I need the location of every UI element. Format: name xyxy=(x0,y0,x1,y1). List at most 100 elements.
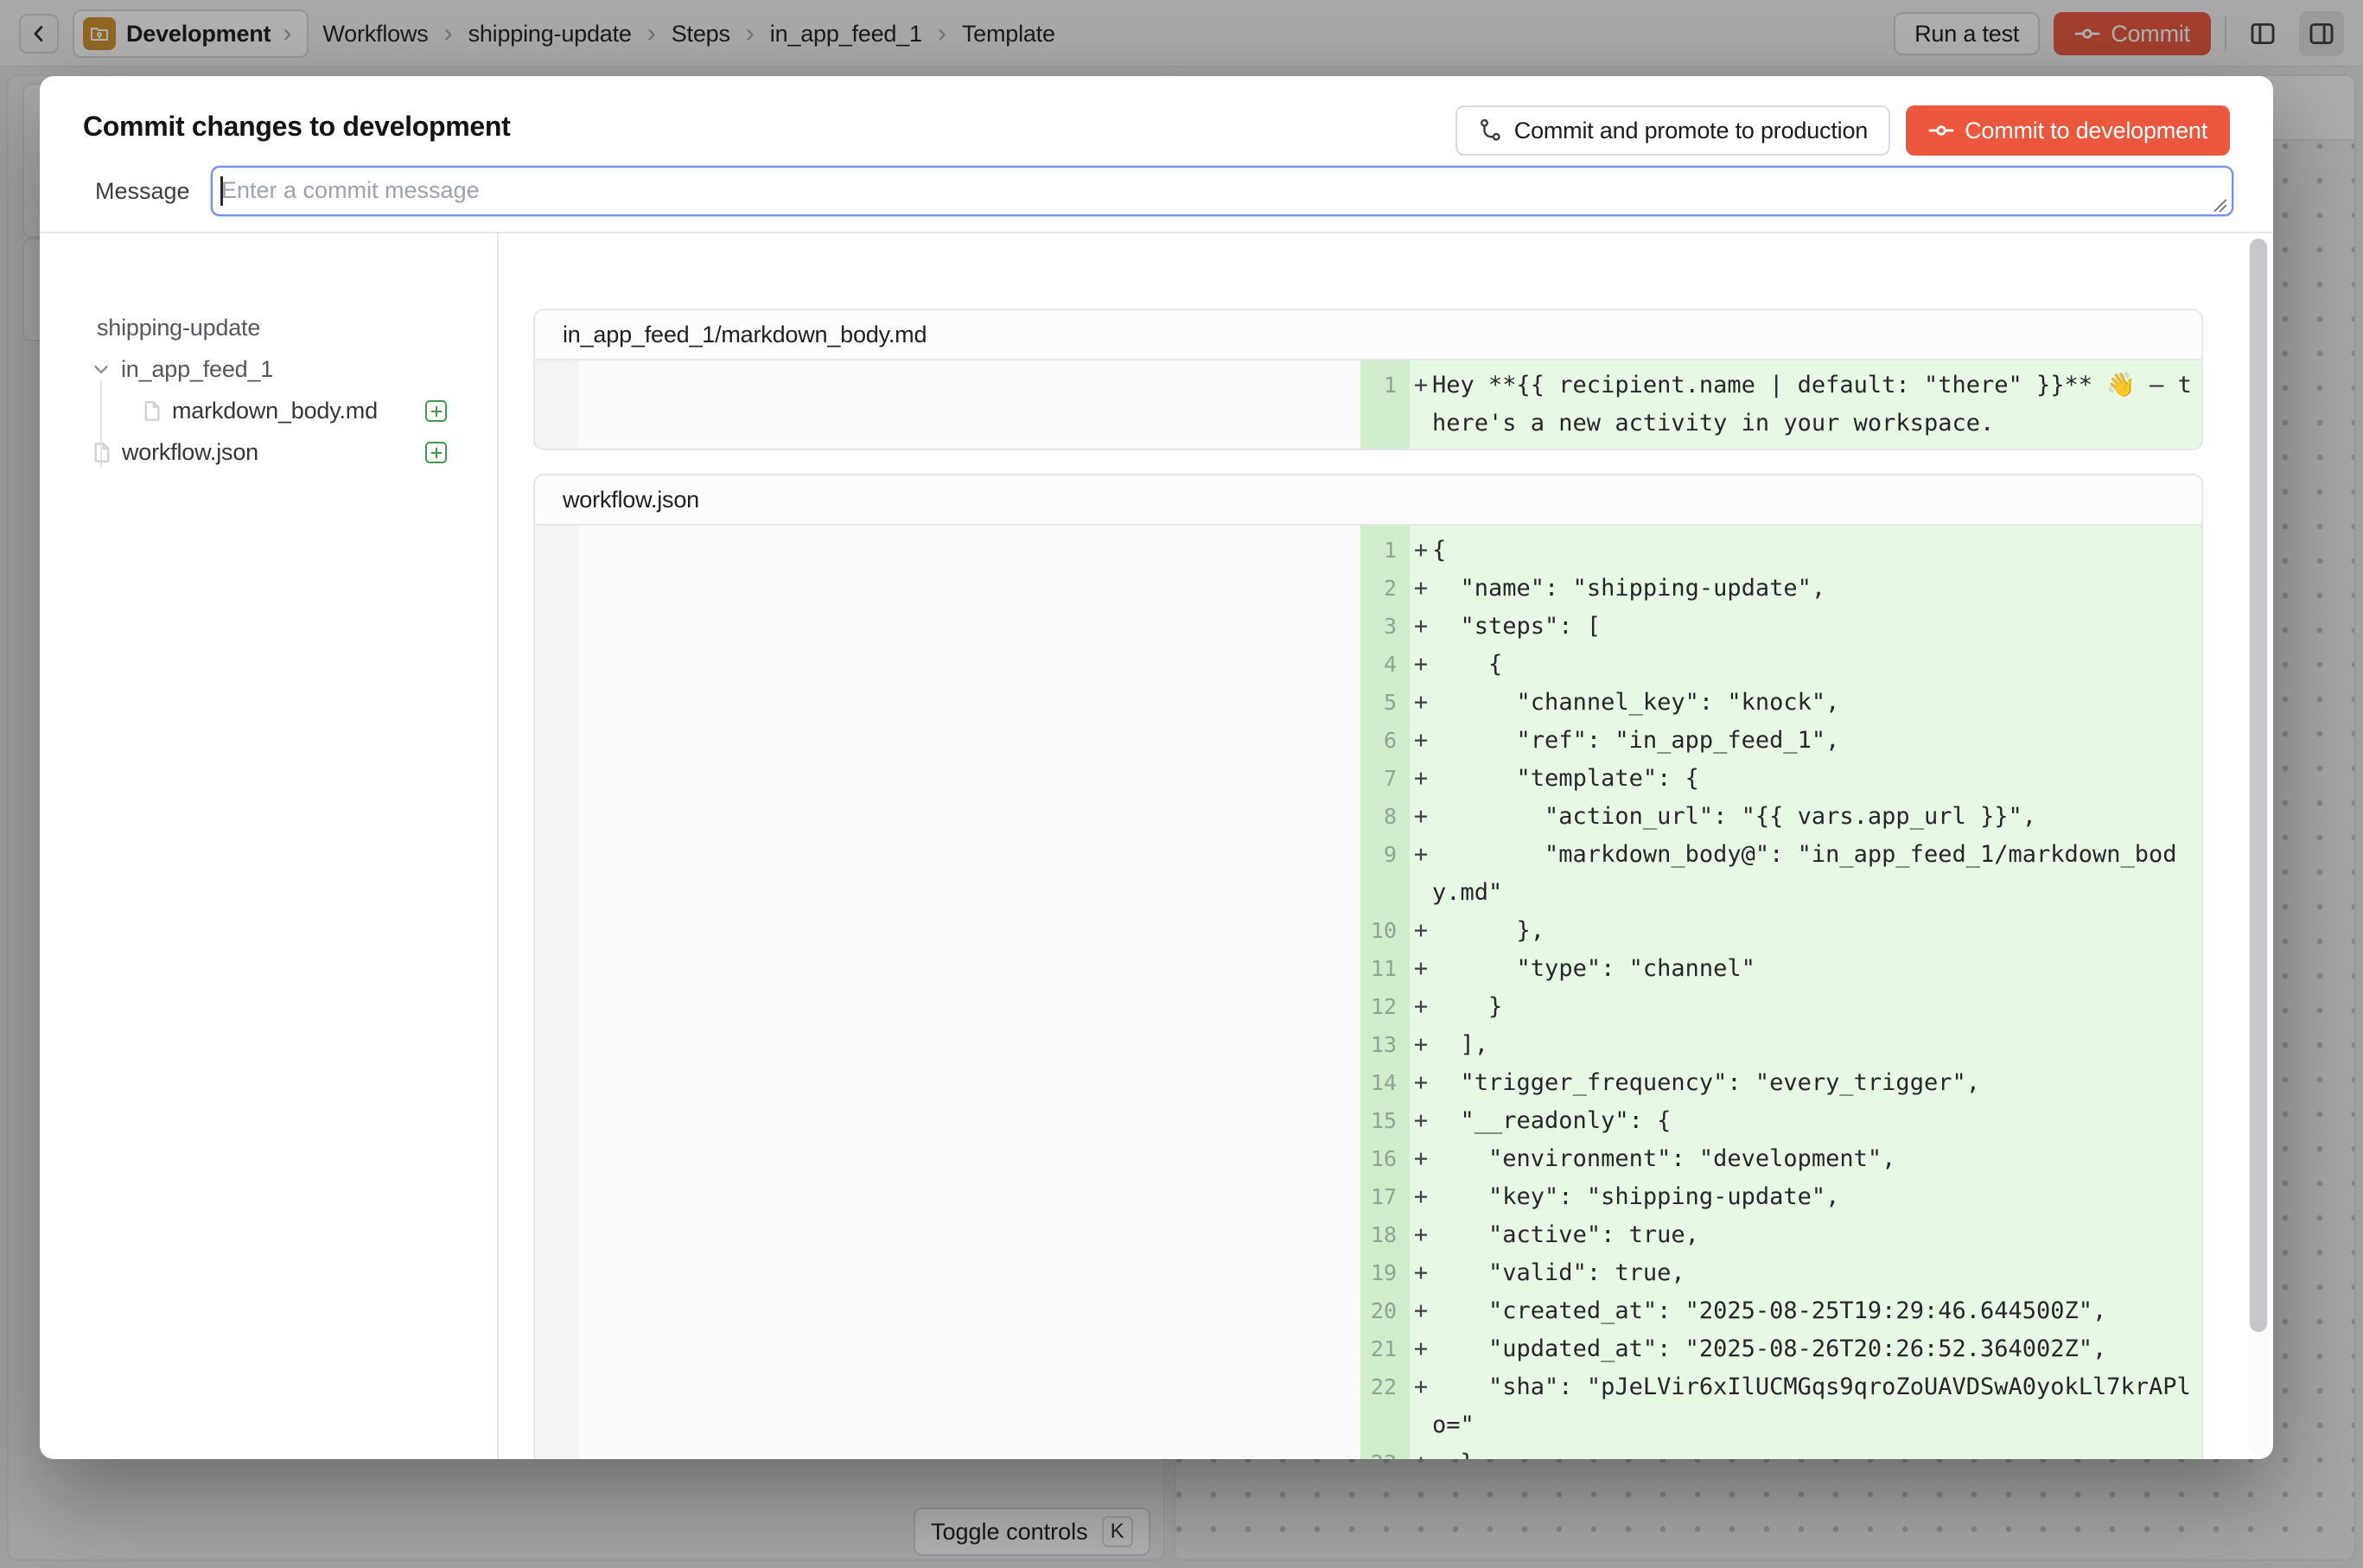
diff-line-number: 22 xyxy=(1360,1368,1410,1444)
diff-panel-workflow-json: workflow.json 1+{2+ "name": "shipping-up… xyxy=(533,474,2203,1459)
diff-line-number: 19 xyxy=(1360,1254,1410,1292)
diff-line-text: "trigger_frequency": "every_trigger", xyxy=(1432,1064,2203,1102)
tree-item-step-folder[interactable]: in_app_feed_1 xyxy=(90,348,273,390)
message-label: Message xyxy=(95,178,190,205)
diff-line: 17+ "key": "shipping-update", xyxy=(535,1178,2201,1216)
tree-root-label: shipping-update xyxy=(97,315,260,341)
diff-line: 6+ "ref": "in_app_feed_1", xyxy=(535,722,2201,760)
diff-added-sign: + xyxy=(1410,684,1432,722)
modal-scrollbar-thumb[interactable] xyxy=(2250,239,2267,1332)
diff-line-number: 14 xyxy=(1360,1064,1410,1102)
diff-line-number: 12 xyxy=(1360,988,1410,1026)
diff-line-text: ], xyxy=(1432,1026,2203,1064)
diff-added-sign: + xyxy=(1410,646,1432,684)
diff-line: 18+ "active": true, xyxy=(535,1216,2201,1254)
diff-added-sign: + xyxy=(1410,367,1432,443)
diff-line: 13+ ], xyxy=(535,1026,2201,1064)
diff-line-text: } xyxy=(1432,988,2203,1026)
diff-line-number: 8 xyxy=(1360,798,1410,836)
diff-added-sign: + xyxy=(1410,608,1432,646)
diff-line-number: 16 xyxy=(1360,1140,1410,1178)
diff-line-number: 2 xyxy=(1360,570,1410,608)
diff-line: 21+ "updated_at": "2025-08-26T20:26:52.3… xyxy=(535,1330,2201,1368)
diff-body: 1+{2+ "name": "shipping-update",3+ "step… xyxy=(535,526,2201,1459)
diff-added-sign: + xyxy=(1410,1064,1432,1102)
diff-line-number: 11 xyxy=(1360,950,1410,988)
commit-to-development-label: Commit to development xyxy=(1965,118,2207,144)
diff-line-number: 7 xyxy=(1360,760,1410,798)
commit-icon xyxy=(1928,118,1954,143)
diff-line: 12+ } xyxy=(535,988,2201,1026)
diff-filename: in_app_feed_1/markdown_body.md xyxy=(535,310,2201,360)
diff-line-text: "sha": "pJeLVir6xIlUCMGqs9qroZoUAVDSwA0y… xyxy=(1432,1368,2203,1444)
tree-file-label: workflow.json xyxy=(122,439,258,466)
diff-line: 5+ "channel_key": "knock", xyxy=(535,684,2201,722)
divider xyxy=(497,233,499,1459)
diff-body: 1+Hey **{{ recipient.name | default: "th… xyxy=(535,360,2201,450)
file-added-icon xyxy=(425,400,447,422)
diff-line: 16+ "environment": "development", xyxy=(535,1140,2201,1178)
tree-item-workflow-root[interactable]: shipping-update xyxy=(97,307,260,348)
diff-line-text: "valid": true, xyxy=(1432,1254,2203,1292)
diff-line-text: { xyxy=(1432,532,2203,570)
chevron-down-icon xyxy=(90,358,112,380)
diff-line: 20+ "created_at": "2025-08-25T19:29:46.6… xyxy=(535,1292,2201,1330)
diff-line: 11+ "type": "channel" xyxy=(535,950,2201,988)
diff-added-sign: + xyxy=(1410,1026,1432,1064)
diff-added-sign: + xyxy=(1410,798,1432,836)
diff-line-number: 13 xyxy=(1360,1026,1410,1064)
diff-line-number: 9 xyxy=(1360,836,1410,912)
tree-item-workflow-json[interactable]: workflow.json xyxy=(90,431,258,473)
diff-added-sign: + xyxy=(1410,1254,1432,1292)
commit-dialog: Commit changes to development Commit and… xyxy=(40,76,2273,1459)
diff-added-sign: + xyxy=(1410,1330,1432,1368)
diff-line-text: "channel_key": "knock", xyxy=(1432,684,2203,722)
promote-branch-icon xyxy=(1478,118,1504,143)
diff-line-number: 17 xyxy=(1360,1178,1410,1216)
commit-message-input[interactable] xyxy=(211,166,2233,216)
diff-added-sign: + xyxy=(1410,532,1432,570)
diff-line-text: { xyxy=(1432,646,2203,684)
diff-line-number: 21 xyxy=(1360,1330,1410,1368)
tree-file-label: markdown_body.md xyxy=(172,398,378,424)
diff-filename: workflow.json xyxy=(535,475,2201,526)
diff-added-sign: + xyxy=(1410,1140,1432,1178)
diff-line-text: "steps": [ xyxy=(1432,608,2203,646)
commit-and-promote-label: Commit and promote to production xyxy=(1514,118,1868,144)
diff-line-text: "name": "shipping-update", xyxy=(1432,570,2203,608)
commit-and-promote-button[interactable]: Commit and promote to production xyxy=(1455,105,1890,156)
diff-line-text: } xyxy=(1432,1444,2203,1459)
diff-line-text: "updated_at": "2025-08-26T20:26:52.36400… xyxy=(1432,1330,2203,1368)
diff-line-text: "created_at": "2025-08-25T19:29:46.64450… xyxy=(1432,1292,2203,1330)
diff-line-number: 15 xyxy=(1360,1102,1410,1140)
diff-added-sign: + xyxy=(1410,912,1432,950)
diff-line: 22+ "sha": "pJeLVir6xIlUCMGqs9qroZoUAVDS… xyxy=(535,1368,2201,1444)
diff-line-number: 18 xyxy=(1360,1216,1410,1254)
diff-line: 7+ "template": { xyxy=(535,760,2201,798)
diff-line: 14+ "trigger_frequency": "every_trigger"… xyxy=(535,1064,2201,1102)
diff-line-number: 10 xyxy=(1360,912,1410,950)
diff-line: 15+ "__readonly": { xyxy=(535,1102,2201,1140)
diff-added-sign: + xyxy=(1410,1216,1432,1254)
diff-line-text: "ref": "in_app_feed_1", xyxy=(1432,722,2203,760)
dialog-title: Commit changes to development xyxy=(83,111,511,143)
diff-line: 1+{ xyxy=(535,532,2201,570)
diff-line-number: 6 xyxy=(1360,722,1410,760)
diff-line: 10+ }, xyxy=(535,912,2201,950)
tree-item-markdown-body[interactable]: markdown_body.md xyxy=(140,390,378,431)
diff-line-text: "action_url": "{{ vars.app_url }}", xyxy=(1432,798,2203,836)
dialog-actions: Commit and promote to production Commit … xyxy=(1455,105,2230,156)
diff-line-number: 4 xyxy=(1360,646,1410,684)
resize-grip-icon[interactable] xyxy=(2209,194,2228,214)
diff-line: 8+ "action_url": "{{ vars.app_url }}", xyxy=(535,798,2201,836)
diff-line-text: "__readonly": { xyxy=(1432,1102,2203,1140)
diff-line-number: 1 xyxy=(1360,367,1410,443)
diff-line: 1+Hey **{{ recipient.name | default: "th… xyxy=(535,367,2201,443)
diff-line: 2+ "name": "shipping-update", xyxy=(535,570,2201,608)
commit-to-development-button[interactable]: Commit to development xyxy=(1906,105,2230,156)
diff-line-text: "type": "channel" xyxy=(1432,950,2203,988)
diff-line: 3+ "steps": [ xyxy=(535,608,2201,646)
diff-line-number: 3 xyxy=(1360,608,1410,646)
diff-line-text: "active": true, xyxy=(1432,1216,2203,1254)
text-caret xyxy=(220,176,223,206)
